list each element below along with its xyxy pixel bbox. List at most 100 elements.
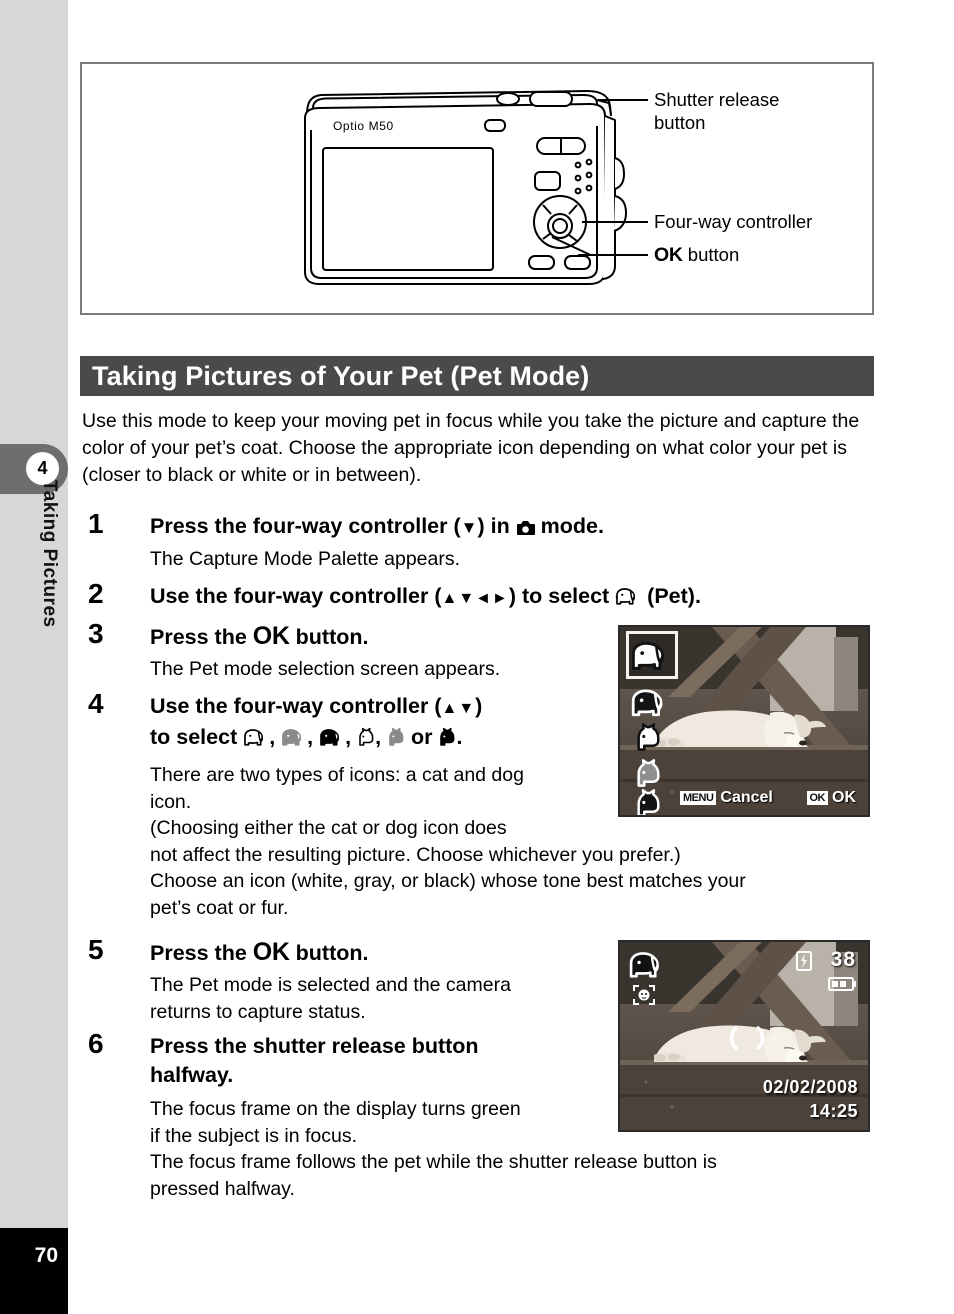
pet-mode-indicator [628, 950, 668, 985]
pet-mode-selection-screenshot: MENU Cancel OK OK [618, 625, 870, 817]
page-title: Taking Pictures of Your Pet (Pet Mode) [92, 360, 590, 391]
page-number: 70 [34, 1244, 58, 1267]
step-3-body: The Pet mode selection screen appears. [150, 658, 501, 680]
chapter-label: Taking Pictures [39, 480, 60, 628]
step-2-head-mid: ) to select [508, 584, 616, 608]
step-5-body-line-2: returns to capture status. [150, 1000, 366, 1023]
camera-mode-icon [516, 521, 535, 535]
step-4-comma-2: , [307, 725, 320, 749]
ok-badge: OK [806, 791, 828, 805]
step-4-body-line-4: not affect the resulting picture. Choose… [150, 843, 681, 866]
pet-dog-white-icon [615, 588, 636, 605]
step-3-head-pre: Press the [150, 625, 253, 649]
pet-dog-icon [629, 952, 659, 978]
callout-shutter-line1: Shutter release [654, 89, 780, 110]
capture-status-screenshot: 38 02/02/2008 14:25 [618, 940, 870, 1132]
step-5-body: The Pet mode is selected and the camera … [150, 972, 511, 1025]
step-6-number: 6 [88, 1028, 104, 1059]
step-5-heading: Press the OK button. [150, 938, 369, 968]
callout-fourway-label: Four-way controller [654, 211, 813, 232]
ok-button-label: OK [252, 622, 290, 650]
callout-ok-rest: button [682, 244, 740, 265]
cancel-label: Cancel [720, 789, 773, 806]
cat-white-icon [637, 723, 660, 751]
battery-icon [828, 977, 856, 991]
step-2-head-pre: Use the four-way controller ( [150, 584, 442, 608]
step-1-number: 1 [88, 508, 104, 539]
camera-model-label: Optio M50 [333, 119, 394, 133]
step-4-body-line-3: (Choosing either the cat or dog icon doe… [150, 817, 507, 839]
step-5-head-pre: Press the [150, 941, 253, 965]
step-3-number: 3 [88, 618, 104, 649]
flash-off-indicator [796, 950, 812, 977]
menu-cancel-group[interactable]: MENU Cancel [680, 789, 773, 807]
camera-illustration: Optio M50 [304, 90, 627, 285]
arrow-down-icon: ▼ [460, 518, 478, 537]
dog-gray-icon [282, 729, 302, 746]
dog-white-icon [631, 641, 664, 670]
flash-off-icon [796, 951, 812, 971]
pet-option-dog-white[interactable] [626, 631, 678, 679]
pet-detect-icon [633, 985, 655, 1005]
step-1-head-mid: ) in [477, 514, 516, 538]
step-1-heading: Press the four-way controller (▼) in mod… [150, 512, 604, 542]
pet-detect-indicator [632, 984, 656, 1011]
step-6-head-line2: halfway. [150, 1063, 234, 1087]
step-4-head-pre: Use the four-way controller ( [150, 694, 442, 718]
step-4-period: . [456, 725, 463, 749]
step-4-number: 4 [88, 688, 104, 719]
callout-shutter-line2: button [654, 112, 706, 133]
callout-four-way-controller: Four-way controller [654, 210, 812, 233]
callout-line-fourway [582, 221, 648, 223]
up-down-arrows-icon: ▲▼ [441, 700, 476, 717]
intro-paragraph: Use this mode to keep your moving pet in… [82, 410, 860, 486]
callout-ok-button: OK button [654, 243, 739, 267]
pet-option-cat-black[interactable] [634, 789, 662, 815]
step-4-body-line-6: pet’s coat or fur. [150, 896, 289, 919]
battery-indicator [828, 976, 858, 997]
page-number-block: 70 [0, 1228, 68, 1314]
dog-black-icon [320, 729, 340, 746]
step-6-head-line1: Press the shutter release button [150, 1034, 479, 1058]
step-2-heading: Use the four-way controller (▲▼◄►) to se… [150, 582, 701, 613]
cat-black-icon [637, 789, 660, 815]
step-4-heading: Use the four-way controller (▲▼) to sele… [150, 692, 630, 752]
step-5-body-line-1: The Pet mode is selected and the camera [150, 974, 511, 996]
step-4-or: or [411, 725, 433, 749]
cat-white-icon [359, 728, 374, 746]
dog-white-icon [244, 729, 264, 746]
menu-badge: MENU [680, 791, 717, 805]
callout-shutter-release-button: Shutter release button [654, 88, 779, 134]
step-6-body-line-3: The focus frame follows the pet while th… [150, 1151, 717, 1173]
step-2-head-post: (Pet). [641, 584, 701, 608]
step-1-head-pre: Press the four-way controller ( [150, 514, 461, 538]
ok-button-label-5: OK [252, 938, 290, 966]
step-4-comma-1: , [269, 725, 282, 749]
pet-option-cat-white[interactable] [634, 723, 662, 758]
step-1-body: The Capture Mode Palette appears. [150, 548, 461, 570]
step-4-select-label: to select [150, 725, 244, 749]
step-6-heading: Press the shutter release button halfway… [150, 1032, 620, 1090]
step-2-number: 2 [88, 578, 104, 609]
step-4-body-line-5: Choose an icon (white, gray, or black) w… [150, 870, 746, 892]
ok-confirm-group[interactable]: OK OK [806, 789, 856, 807]
four-way-arrows-icon: ▲▼◄► [441, 590, 509, 607]
cat-gray-icon [637, 759, 660, 787]
chapter-sidebar: 4 Taking Pictures [0, 0, 68, 1228]
shots-remaining: 38 [830, 948, 856, 971]
camera-figure-box: Optio M50 Shutter release button Four-wa… [80, 62, 874, 315]
capture-time: 14:25 [809, 1101, 858, 1121]
step-4-comma-4: , [375, 725, 388, 749]
callout-ok-bold: OK [654, 244, 683, 266]
step-6-body-line-4: pressed halfway. [150, 1177, 295, 1200]
step-4-head-post: ) [475, 694, 483, 718]
cat-black-icon [440, 728, 455, 746]
pet-option-dog-black[interactable] [630, 687, 672, 724]
step-5-head-post: button. [289, 941, 369, 965]
section-title-bar: Taking Pictures of Your Pet (Pet Mode) [80, 356, 874, 396]
step-3-heading: Press the OK button. [150, 622, 369, 652]
capture-date: 02/02/2008 [762, 1077, 858, 1097]
step-4-comma-3: , [345, 725, 358, 749]
cat-gray-icon [389, 728, 404, 746]
step-1-head-post: mode. [534, 514, 604, 538]
